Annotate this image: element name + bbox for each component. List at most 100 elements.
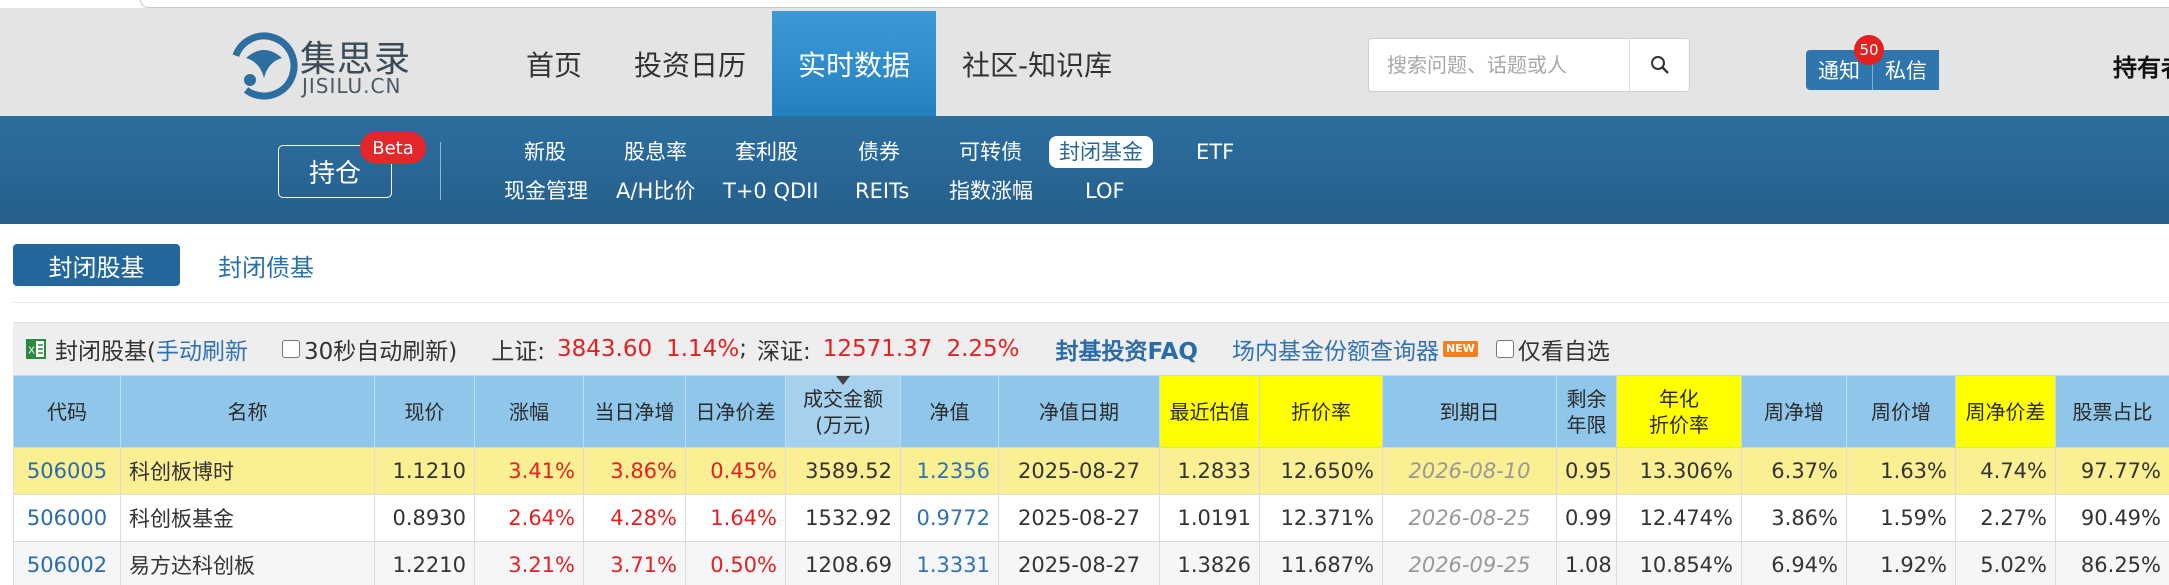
nav-realtime-data[interactable]: 实时数据 — [772, 11, 937, 116]
subnav-dividend[interactable]: 股息率 — [624, 136, 687, 168]
auto-refresh-label: 30秒自动刷新) — [303, 339, 458, 365]
cell-volume: 1208.69 — [785, 541, 901, 585]
col-stock-ratio[interactable]: 股票占比 — [2055, 375, 2169, 448]
cell-annual-discount: 10.854% — [1616, 541, 1742, 585]
col-annual-discount[interactable]: 年化 折价率 — [1616, 375, 1742, 448]
cell-discount: 12.371% — [1259, 494, 1383, 542]
faq-link[interactable]: 封基投资FAQ — [1056, 332, 1198, 366]
cell-weekly-price: 1.59% — [1846, 494, 1956, 542]
table-row[interactable]: 506005 科创板博时 1.1210 3.41% 3.86% 0.45% 35… — [13, 447, 2169, 495]
col-discount[interactable]: 折价率 — [1259, 375, 1383, 448]
subnav-t0-qdii[interactable]: T+0 QDII — [723, 175, 819, 207]
notify-group: 通知 私信 50 — [1806, 35, 1939, 90]
fund-share-query-link[interactable]: 场内基金份额查询器 NEW — [1232, 332, 1478, 366]
subnav-ah-ratio[interactable]: A/H比价 — [616, 175, 695, 207]
subnav-cash[interactable]: 现金管理 — [504, 175, 588, 207]
col-code[interactable]: 代码 — [13, 375, 121, 448]
new-badge: NEW — [1442, 341, 1478, 357]
watchlist-checkbox[interactable] — [1495, 340, 1514, 358]
toolbar-title: 封闭股基( — [55, 339, 156, 365]
cell-name: 易方达科创板 — [120, 541, 375, 585]
cell-daily-spread: 0.50% — [685, 541, 786, 585]
search-input[interactable] — [1369, 39, 1631, 91]
cell-discount: 11.687% — [1259, 541, 1383, 585]
cell-daily-spread: 1.64% — [685, 494, 786, 542]
cell-nav[interactable]: 1.3331 — [900, 541, 999, 585]
col-daily-nav-change[interactable]: 当日净增 — [583, 375, 686, 448]
index-separator: ; — [739, 336, 747, 362]
cell-weekly-nav: 6.94% — [1741, 541, 1847, 585]
subnav-etf[interactable]: ETF — [1196, 136, 1234, 168]
logo-text-en: JISILU.CN — [302, 74, 402, 98]
cell-remaining-years: 0.99 — [1556, 494, 1617, 542]
table-row[interactable]: 506000 科创板基金 0.8930 2.64% 4.28% 1.64% 15… — [13, 494, 2169, 542]
subnav-ipo[interactable]: 新股 — [524, 136, 566, 168]
cell-annual-discount: 13.306% — [1616, 447, 1742, 495]
col-nav-date[interactable]: 净值日期 — [998, 375, 1160, 448]
notification-count-badge: 50 — [1854, 35, 1884, 65]
col-weekly-spread[interactable]: 周净价差 — [1955, 375, 2056, 448]
cell-volume: 3589.52 — [785, 447, 901, 495]
manual-refresh-link[interactable]: 手动刷新 — [156, 332, 248, 366]
subnav-bond[interactable]: 债券 — [858, 136, 900, 168]
subnav-reits[interactable]: REITs — [855, 175, 909, 207]
subnav-convertible[interactable]: 可转债 — [959, 136, 1022, 168]
col-weekly-price[interactable]: 周价增 — [1846, 375, 1956, 448]
cell-code[interactable]: 506005 — [13, 447, 121, 495]
auto-refresh-toggle[interactable]: 30秒自动刷新) — [281, 332, 458, 366]
cell-estimate: 1.2833 — [1159, 447, 1260, 495]
watchlist-toggle[interactable]: 仅看自选 — [1495, 332, 1610, 366]
col-price[interactable]: 现价 — [374, 375, 475, 448]
nav-home[interactable]: 首页 — [500, 11, 608, 116]
col-weekly-nav[interactable]: 周净增 — [1741, 375, 1847, 448]
subnav-lof[interactable]: LOF — [1085, 175, 1125, 207]
browser-edge — [0, 0, 2169, 8]
col-nav[interactable]: 净值 — [900, 375, 999, 448]
cell-price: 1.2210 — [374, 541, 475, 585]
cell-weekly-price: 1.92% — [1846, 541, 1956, 585]
user-menu[interactable]: 持有者 — [2113, 48, 2169, 83]
section-divider — [13, 302, 2169, 303]
table-header-row: 代码 名称 现价 涨幅 当日净增 日净价差 成交金额 (万元) 净值 净值日期 … — [13, 375, 2169, 448]
col-maturity[interactable]: 到期日 — [1382, 375, 1557, 448]
cell-price: 0.8930 — [374, 494, 475, 542]
col-estimate[interactable]: 最近估值 — [1159, 375, 1260, 448]
col-change[interactable]: 涨幅 — [474, 375, 584, 448]
nav-community[interactable]: 社区-知识库 — [936, 11, 1138, 116]
cell-stock-ratio: 86.25% — [2055, 541, 2169, 585]
table-row[interactable]: 506002 易方达科创板 1.2210 3.21% 3.71% 0.50% 1… — [13, 541, 2169, 585]
cell-estimate: 1.0191 — [1159, 494, 1260, 542]
col-daily-spread[interactable]: 日净价差 — [685, 375, 786, 448]
col-remaining-years[interactable]: 剩余 年限 — [1556, 375, 1617, 448]
cell-change: 3.21% — [474, 541, 584, 585]
auto-refresh-checkbox[interactable] — [281, 340, 300, 358]
cell-weekly-spread: 2.27% — [1955, 494, 2056, 542]
col-name[interactable]: 名称 — [120, 375, 375, 448]
subnav-arbitrage[interactable]: 套利股 — [735, 136, 798, 168]
subnav-closed-fund[interactable]: 封闭基金 — [1049, 136, 1153, 168]
cell-code[interactable]: 506000 — [13, 494, 121, 542]
cell-stock-ratio: 97.77% — [2055, 447, 2169, 495]
excel-export-button[interactable]: X — [25, 338, 47, 360]
tab-closed-stock-fund[interactable]: 封闭股基 — [13, 244, 180, 286]
watchlist-label: 仅看自选 — [1517, 339, 1610, 365]
cell-nav-date: 2025-08-27 — [998, 494, 1160, 542]
cell-nav[interactable]: 0.9772 — [900, 494, 999, 542]
cell-remaining-years: 0.95 — [1556, 447, 1617, 495]
col-volume[interactable]: 成交金额 (万元) — [785, 375, 901, 448]
excel-icon: X — [26, 339, 46, 359]
cell-name: 科创板博时 — [120, 447, 375, 495]
nav-calendar[interactable]: 投资日历 — [608, 11, 772, 116]
cell-stock-ratio: 90.49% — [2055, 494, 2169, 542]
search-button[interactable] — [1629, 39, 1689, 91]
tab-closed-bond-fund[interactable]: 封闭债基 — [218, 244, 314, 286]
sz-index-change: 2.25% — [946, 336, 1020, 362]
site-logo[interactable]: 集思录 JISILU.CN — [228, 28, 418, 100]
sh-index-value: 3843.60 — [556, 336, 653, 362]
cell-volume: 1532.92 — [785, 494, 901, 542]
cell-nav[interactable]: 1.2356 — [900, 447, 999, 495]
cell-nav-date: 2025-08-27 — [998, 447, 1160, 495]
fund-share-query-label: 场内基金份额查询器 — [1231, 339, 1439, 365]
subnav-index[interactable]: 指数涨幅 — [949, 175, 1033, 207]
cell-code[interactable]: 506002 — [13, 541, 121, 585]
